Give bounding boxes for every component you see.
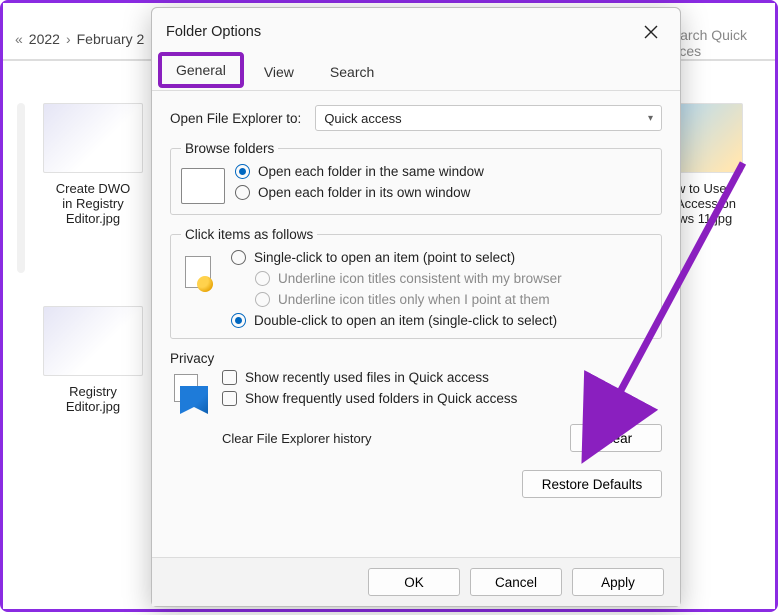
radio-label: Open each folder in the same window xyxy=(258,164,484,179)
checkbox-frequent-folders[interactable]: Show frequently used folders in Quick ac… xyxy=(222,391,517,406)
apply-button[interactable]: Apply xyxy=(572,568,664,596)
close-button[interactable] xyxy=(636,17,666,47)
radio-icon xyxy=(255,292,270,307)
checkbox-label: Show frequently used folders in Quick ac… xyxy=(245,391,517,406)
file-name: Registry Editor.jpg xyxy=(33,384,153,414)
restore-defaults-button[interactable]: Restore Defaults xyxy=(522,470,662,498)
combo-value: Quick access xyxy=(324,111,401,126)
clear-history-label: Clear File Explorer history xyxy=(222,431,372,446)
thumbnail-icon xyxy=(43,103,143,173)
pointer-icon xyxy=(181,254,221,300)
open-explorer-to-combo[interactable]: Quick access ▾ xyxy=(315,105,662,131)
breadcrumb-part[interactable]: February 2 xyxy=(77,31,145,47)
browse-folders-group: Browse folders Open each folder in the s… xyxy=(170,141,662,215)
radio-label: Underline icon titles only when I point … xyxy=(278,292,550,307)
chevron-right-icon: › xyxy=(66,31,71,47)
radio-label: Double-click to open an item (single-cli… xyxy=(254,313,557,328)
radio-icon xyxy=(231,313,246,328)
folder-options-dialog: Folder Options General View Search Open … xyxy=(151,7,681,607)
chevron-left-icon: « xyxy=(15,31,23,47)
radio-double-click[interactable]: Double-click to open an item (single-cli… xyxy=(231,313,562,328)
radio-underline-point: Underline icon titles only when I point … xyxy=(255,292,562,307)
radio-icon xyxy=(231,250,246,265)
radio-label: Open each folder in its own window xyxy=(258,185,470,200)
file-item[interactable]: Create DWO in Registry Editor.jpg xyxy=(33,103,153,226)
open-explorer-to-label: Open File Explorer to: xyxy=(170,111,301,126)
cancel-button[interactable]: Cancel xyxy=(470,568,562,596)
click-items-group: Click items as follows Single-click to o… xyxy=(170,227,662,339)
thumbnail-icon xyxy=(43,306,143,376)
ok-button[interactable]: OK xyxy=(368,568,460,596)
window-icon xyxy=(181,168,225,204)
clear-button[interactable]: Clear xyxy=(570,424,662,452)
radio-label: Underline icon titles consistent with my… xyxy=(278,271,562,286)
tab-general[interactable]: General xyxy=(158,52,244,88)
privacy-section: Privacy Show recently used files in Quic… xyxy=(170,351,662,452)
tab-search[interactable]: Search xyxy=(312,56,392,90)
privacy-icon xyxy=(170,372,210,414)
tab-page-general: Open File Explorer to: Quick access ▾ Br… xyxy=(152,91,680,557)
group-legend: Click items as follows xyxy=(181,227,317,242)
privacy-legend: Privacy xyxy=(170,351,648,366)
group-legend: Browse folders xyxy=(181,141,278,156)
checkbox-recent-files[interactable]: Show recently used files in Quick access xyxy=(222,370,517,385)
radio-own-window[interactable]: Open each folder in its own window xyxy=(235,185,484,200)
radio-icon xyxy=(235,164,250,179)
file-name: Create DWO in Registry Editor.jpg xyxy=(33,181,153,226)
dialog-titlebar[interactable]: Folder Options xyxy=(152,8,680,56)
scrollbar[interactable] xyxy=(17,103,25,273)
radio-same-window[interactable]: Open each folder in the same window xyxy=(235,164,484,179)
dialog-title: Folder Options xyxy=(166,24,261,40)
tab-view[interactable]: View xyxy=(246,56,312,90)
chevron-down-icon: ▾ xyxy=(648,113,653,124)
radio-icon xyxy=(235,185,250,200)
checkbox-icon xyxy=(222,391,237,406)
file-item[interactable]: Registry Editor.jpg xyxy=(33,306,153,414)
checkbox-label: Show recently used files in Quick access xyxy=(245,370,489,385)
tab-strip: General View Search xyxy=(152,56,680,91)
radio-underline-browser: Underline icon titles consistent with my… xyxy=(255,271,562,286)
checkbox-icon xyxy=(222,370,237,385)
dialog-button-row: OK Cancel Apply xyxy=(152,557,680,606)
breadcrumb-part[interactable]: 2022 xyxy=(29,31,60,47)
close-icon xyxy=(644,25,658,39)
radio-icon xyxy=(255,271,270,286)
radio-label: Single-click to open an item (point to s… xyxy=(254,250,515,265)
radio-single-click[interactable]: Single-click to open an item (point to s… xyxy=(231,250,562,265)
